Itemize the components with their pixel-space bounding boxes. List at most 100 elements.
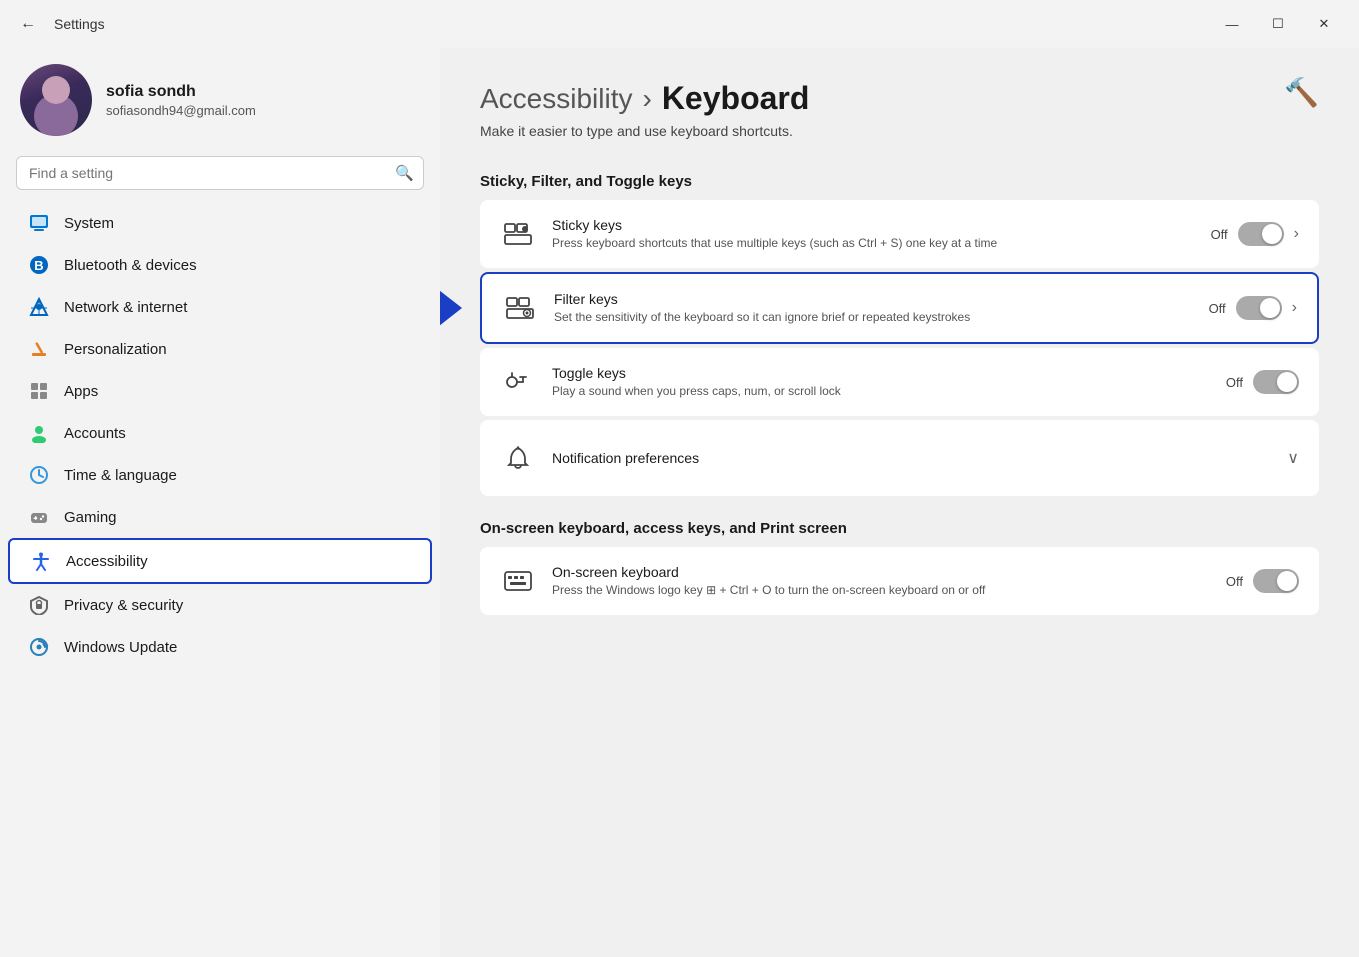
sidebar-label-gaming: Gaming bbox=[64, 509, 117, 526]
sidebar-item-accessibility[interactable]: Accessibility bbox=[8, 538, 432, 584]
sidebar-label-system: System bbox=[64, 215, 114, 232]
time-icon bbox=[28, 464, 50, 486]
sticky-keys-chevron: › bbox=[1294, 225, 1299, 243]
close-button[interactable]: ✕ bbox=[1301, 8, 1347, 40]
filter-keys-chevron: › bbox=[1292, 299, 1297, 317]
sticky-keys-icon bbox=[500, 216, 536, 252]
filter-keys-icon bbox=[502, 290, 538, 326]
sidebar-item-personalization[interactable]: Personalization bbox=[8, 328, 432, 370]
onscreen-keyboard-card: On-screen keyboard Press the Windows log… bbox=[480, 547, 1319, 615]
breadcrumb-current: Keyboard bbox=[662, 80, 810, 117]
accounts-icon bbox=[28, 422, 50, 444]
search-input[interactable] bbox=[16, 156, 424, 190]
filter-keys-card: Filter keys Set the sensitivity of the k… bbox=[480, 272, 1319, 344]
sidebar-label-update: Windows Update bbox=[64, 639, 177, 656]
sidebar-item-system[interactable]: System bbox=[8, 202, 432, 244]
sidebar-item-network[interactable]: Network & internet bbox=[8, 286, 432, 328]
onscreen-keyboard-text: On-screen keyboard Press the Windows log… bbox=[552, 564, 1210, 599]
back-icon: ← bbox=[20, 15, 36, 32]
sticky-keys-control: Off › bbox=[1211, 222, 1299, 246]
section-title-1: Sticky, Filter, and Toggle keys bbox=[480, 173, 1319, 190]
breadcrumb-parent: Accessibility bbox=[480, 83, 632, 115]
toggle-keys-status: Off bbox=[1226, 375, 1243, 390]
profile-email: sofiasondh94@gmail.com bbox=[106, 103, 256, 118]
onscreen-keyboard-toggle[interactable] bbox=[1253, 569, 1299, 593]
profile-info: sofia sondh sofiasondh94@gmail.com bbox=[106, 83, 256, 118]
onscreen-keyboard-control: Off bbox=[1226, 569, 1299, 593]
toggle-keys-control: Off bbox=[1226, 370, 1299, 394]
notification-prefs-title: Notification preferences bbox=[552, 450, 1271, 466]
toggle-keys-icon bbox=[500, 364, 536, 400]
sticky-keys-text: Sticky keys Press keyboard shortcuts tha… bbox=[552, 217, 1195, 252]
bluetooth-icon: B bbox=[28, 254, 50, 276]
sidebar-item-privacy[interactable]: Privacy & security bbox=[8, 584, 432, 626]
breadcrumb-separator: › bbox=[642, 83, 651, 115]
sidebar-label-personalization: Personalization bbox=[64, 341, 167, 358]
sidebar: sofia sondh sofiasondh94@gmail.com 🔍 Sys… bbox=[0, 48, 440, 957]
toggle-keys-title: Toggle keys bbox=[552, 365, 1210, 381]
sidebar-label-network: Network & internet bbox=[64, 299, 187, 316]
system-icon bbox=[28, 212, 50, 234]
window-controls: — ☐ ✕ bbox=[1209, 8, 1347, 40]
sidebar-label-privacy: Privacy & security bbox=[64, 597, 183, 614]
sidebar-label-time: Time & language bbox=[64, 467, 177, 484]
toggle-keys-text: Toggle keys Play a sound when you press … bbox=[552, 365, 1210, 400]
avatar bbox=[20, 64, 92, 136]
page-description: Make it easier to type and use keyboard … bbox=[480, 123, 809, 139]
filter-keys-toggle[interactable] bbox=[1236, 296, 1282, 320]
notification-chevron-icon: ∨ bbox=[1287, 448, 1299, 468]
app-title: Settings bbox=[54, 16, 105, 32]
notification-icon bbox=[500, 440, 536, 476]
notification-prefs-row[interactable]: Notification preferences ∨ bbox=[480, 420, 1319, 496]
page-header: Accessibility › Keyboard Make it easier … bbox=[480, 80, 1319, 167]
apps-icon bbox=[28, 380, 50, 402]
toggle-keys-toggle[interactable] bbox=[1253, 370, 1299, 394]
toggle-keys-desc: Play a sound when you press caps, num, o… bbox=[552, 383, 1210, 400]
arrow-annotation bbox=[440, 289, 462, 327]
filter-keys-wrapper: Filter keys Set the sensitivity of the k… bbox=[480, 272, 1319, 344]
sticky-keys-row[interactable]: Sticky keys Press keyboard shortcuts tha… bbox=[480, 200, 1319, 268]
onscreen-keyboard-icon bbox=[500, 563, 536, 599]
privacy-icon bbox=[28, 594, 50, 616]
sidebar-label-accounts: Accounts bbox=[64, 425, 126, 442]
toggle-keys-row[interactable]: Toggle keys Play a sound when you press … bbox=[480, 348, 1319, 416]
hammer-icon: 🔨 bbox=[1284, 76, 1319, 109]
sidebar-label-bluetooth: Bluetooth & devices bbox=[64, 257, 197, 274]
update-icon bbox=[28, 636, 50, 658]
onscreen-keyboard-status: Off bbox=[1226, 574, 1243, 589]
breadcrumb: Accessibility › Keyboard bbox=[480, 80, 809, 117]
filter-keys-control: Off › bbox=[1209, 296, 1297, 320]
profile-section: sofia sondh sofiasondh94@gmail.com bbox=[0, 48, 440, 156]
sidebar-label-accessibility: Accessibility bbox=[66, 553, 148, 570]
sidebar-item-update[interactable]: Windows Update bbox=[8, 626, 432, 668]
sidebar-item-apps[interactable]: Apps bbox=[8, 370, 432, 412]
back-button[interactable]: ← bbox=[12, 11, 44, 37]
onscreen-keyboard-title: On-screen keyboard bbox=[552, 564, 1210, 580]
minimize-button[interactable]: — bbox=[1209, 8, 1255, 40]
onscreen-keyboard-row[interactable]: On-screen keyboard Press the Windows log… bbox=[480, 547, 1319, 615]
arrow-shape bbox=[440, 289, 462, 327]
svg-text:B: B bbox=[34, 258, 43, 273]
sticky-keys-title: Sticky keys bbox=[552, 217, 1195, 233]
app-body: sofia sondh sofiasondh94@gmail.com 🔍 Sys… bbox=[0, 48, 1359, 957]
gaming-icon bbox=[28, 506, 50, 528]
section-onscreen-keyboard: On-screen keyboard, access keys, and Pri… bbox=[480, 520, 1319, 615]
accessibility-icon bbox=[30, 550, 52, 572]
filter-keys-status: Off bbox=[1209, 301, 1226, 316]
maximize-button[interactable]: ☐ bbox=[1255, 8, 1301, 40]
onscreen-keyboard-desc: Press the Windows logo key ⊞ + Ctrl + O … bbox=[552, 582, 1210, 599]
filter-keys-row[interactable]: Filter keys Set the sensitivity of the k… bbox=[482, 274, 1317, 342]
sidebar-item-time[interactable]: Time & language bbox=[8, 454, 432, 496]
section-title-2: On-screen keyboard, access keys, and Pri… bbox=[480, 520, 1319, 537]
sidebar-item-accounts[interactable]: Accounts bbox=[8, 412, 432, 454]
titlebar: ← Settings — ☐ ✕ bbox=[0, 0, 1359, 48]
sticky-keys-toggle[interactable] bbox=[1238, 222, 1284, 246]
search-box: 🔍 bbox=[16, 156, 424, 190]
sidebar-item-gaming[interactable]: Gaming bbox=[8, 496, 432, 538]
sidebar-item-bluetooth[interactable]: B Bluetooth & devices bbox=[8, 244, 432, 286]
sticky-keys-desc: Press keyboard shortcuts that use multip… bbox=[552, 235, 1195, 252]
sidebar-label-apps: Apps bbox=[64, 383, 98, 400]
sticky-keys-status: Off bbox=[1211, 227, 1228, 242]
profile-name: sofia sondh bbox=[106, 83, 256, 101]
filter-keys-text: Filter keys Set the sensitivity of the k… bbox=[554, 291, 1193, 326]
